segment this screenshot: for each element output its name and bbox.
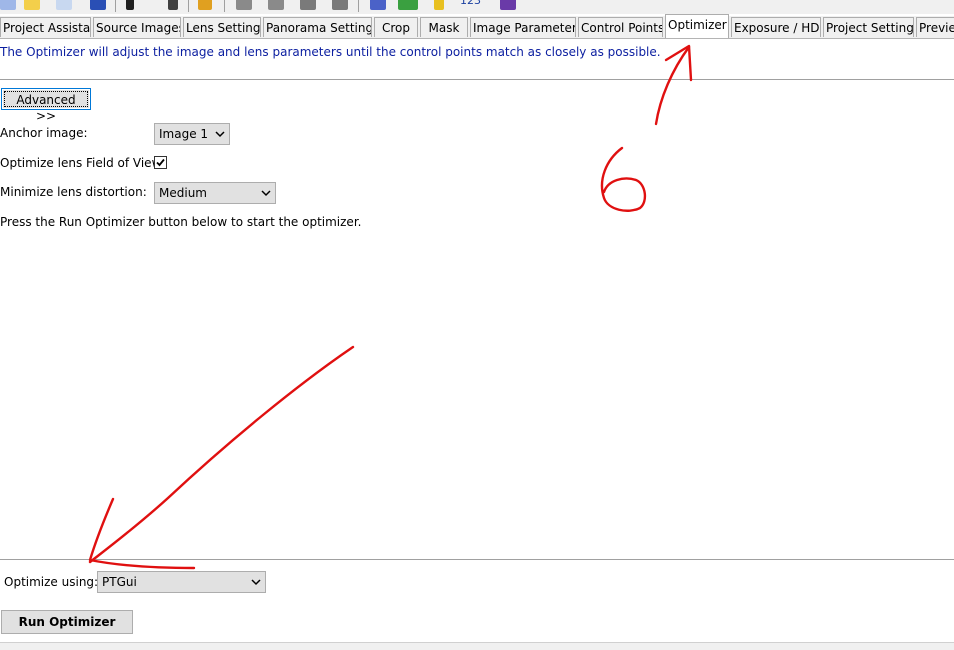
chevron-down-icon [261, 190, 271, 197]
table-icon[interactable] [398, 0, 418, 10]
tab-label: Lens Settings [186, 21, 261, 35]
tab-label: Crop [381, 21, 410, 35]
annotation-overlay: 6 [88, 44, 693, 570]
tab-panorama-settings[interactable]: Panorama Settings [263, 17, 372, 37]
optimize-using-value: PTGui [102, 575, 137, 589]
pause-icon[interactable] [198, 0, 212, 10]
status-bar [0, 642, 954, 650]
optimize-fov-label: Optimize lens Field of View: [0, 156, 165, 170]
advanced-button-label: Advanced >> [16, 93, 76, 123]
run-optimizer-label: Run Optimizer [18, 615, 116, 629]
panorama-editor-icon[interactable] [370, 0, 386, 10]
tab-exposure-hdr[interactable]: Exposure / HDR [731, 17, 821, 37]
cursor-icon[interactable] [126, 0, 134, 10]
optimizer-window: 123 Project Assistant Source Images Lens… [0, 0, 954, 650]
open-folder-icon[interactable] [24, 0, 40, 10]
tab-control-points[interactable]: Control Points [578, 17, 663, 37]
tab-project-settings[interactable]: Project Settings [823, 17, 914, 37]
anchor-image-select[interactable]: Image 1 [154, 123, 230, 145]
diamond-icon[interactable] [500, 0, 516, 10]
forward-icon[interactable] [332, 0, 348, 10]
zoom-in-icon[interactable] [236, 0, 252, 10]
run-instructions: Press the Run Optimizer button below to … [0, 215, 362, 229]
tab-preview[interactable]: Previe [916, 17, 954, 37]
anchor-image-value: Image 1 [159, 127, 209, 141]
tab-label: Project Settings [826, 21, 914, 35]
tab-image-parameters[interactable]: Image Parameters [470, 17, 576, 37]
annotation-arrowhead-diagonal [88, 497, 196, 570]
new-project-icon[interactable] [0, 0, 16, 10]
advanced-button-focus-rect: Advanced >> [4, 91, 88, 123]
toolbar-separator [115, 0, 116, 12]
tab-optimizer[interactable]: Optimizer [665, 14, 729, 38]
tab-label: Mask [428, 21, 460, 35]
anchor-image-label: Anchor image: [0, 126, 88, 140]
tab-project-assistant[interactable]: Project Assistant [0, 17, 91, 37]
tab-mask[interactable]: Mask [420, 17, 468, 37]
toolbar-separator [188, 0, 189, 12]
tab-source-images[interactable]: Source Images [93, 17, 181, 37]
tab-label: Optimizer [668, 18, 727, 32]
minimize-distortion-label: Minimize lens distortion: [0, 185, 147, 199]
toolbar-separator [358, 0, 359, 12]
chevron-down-icon [251, 579, 261, 586]
minimize-distortion-select[interactable]: Medium [154, 182, 276, 204]
divider [0, 559, 954, 560]
back-icon[interactable] [300, 0, 316, 10]
optimize-fov-checkbox[interactable] [154, 156, 167, 169]
numbering-icon[interactable]: 123 [460, 0, 481, 7]
annotation-digit-six [600, 146, 647, 212]
tab-label: Image Parameters [473, 21, 576, 35]
toolbar: 123 [0, 0, 954, 14]
tab-label: Source Images [96, 21, 181, 35]
tab-strip: Project Assistant Source Images Lens Set… [0, 14, 954, 39]
toolbar-separator [224, 0, 225, 12]
tab-lens-settings[interactable]: Lens Settings [183, 17, 261, 37]
optimizer-description: The Optimizer will adjust the image and … [0, 45, 661, 59]
optimize-using-select[interactable]: PTGui [97, 571, 266, 593]
divider [0, 79, 954, 80]
zoom-out-icon[interactable] [268, 0, 284, 10]
undo-icon[interactable] [168, 0, 178, 10]
tab-label: Previe [919, 21, 954, 35]
annotation-arrowhead-up [664, 44, 693, 82]
tab-label: Panorama Settings [266, 21, 372, 35]
advanced-button[interactable]: Advanced >> [1, 88, 91, 123]
recent-files-icon[interactable] [56, 0, 72, 10]
tab-label: Control Points [581, 21, 663, 35]
tab-label: Exposure / HDR [734, 21, 821, 35]
minimize-distortion-value: Medium [159, 186, 207, 200]
save-icon[interactable] [90, 0, 106, 10]
chevron-down-icon [215, 131, 225, 138]
light-bulb-icon[interactable] [434, 0, 444, 10]
optimize-using-label: Optimize using: [4, 575, 99, 589]
tab-crop[interactable]: Crop [374, 17, 418, 37]
checkmark-icon [156, 158, 165, 167]
tab-label: Project Assistant [3, 21, 91, 35]
run-optimizer-button[interactable]: Run Optimizer [1, 610, 133, 634]
annotation-arrow-diagonal [88, 345, 355, 564]
